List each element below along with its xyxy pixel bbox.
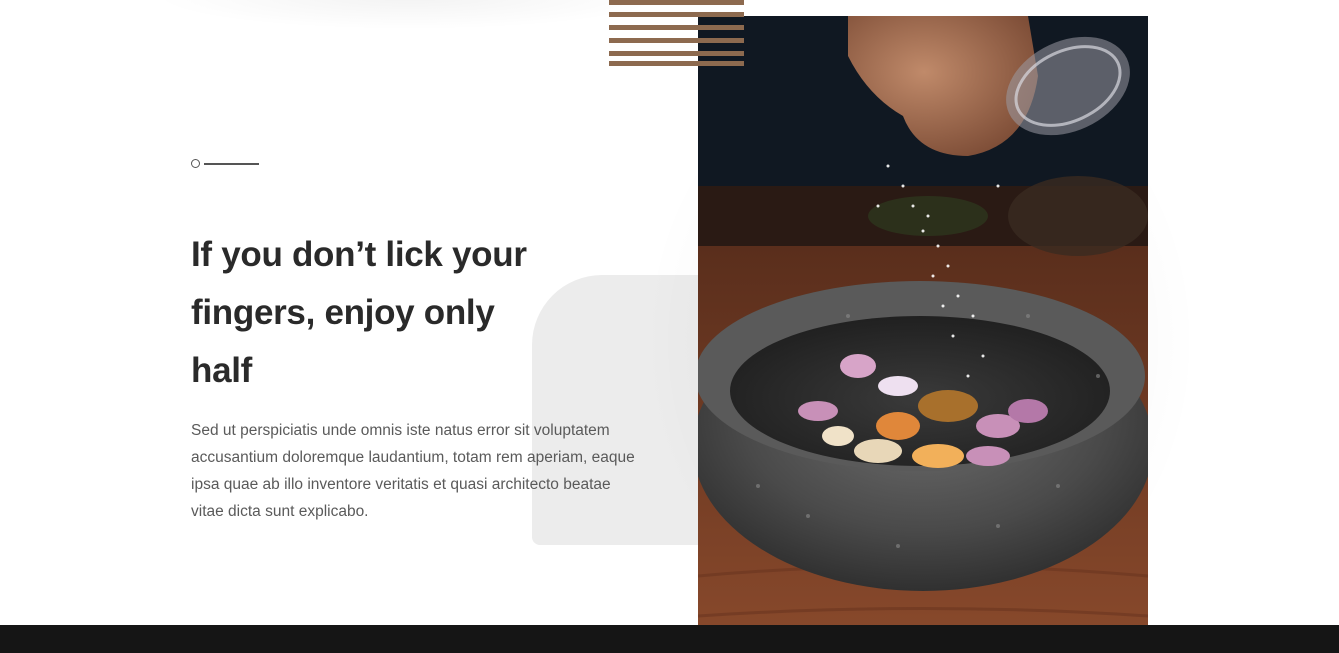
page: If you don’t lick your fingers, enjoy on… — [0, 0, 1339, 653]
top-shadow — [150, 0, 670, 30]
marker-dot — [191, 159, 200, 168]
food-photo-illustration — [698, 16, 1148, 653]
hero-headline: If you don’t lick your fingers, enjoy on… — [191, 235, 527, 390]
marker-line — [204, 163, 259, 165]
food-photo — [698, 16, 1148, 653]
hero-description: Sed ut perspiciatis unde omnis iste natu… — [191, 422, 635, 520]
footer-band — [0, 625, 1339, 653]
decorative-stripes — [609, 0, 744, 66]
circle-line-marker-icon — [191, 159, 261, 169]
